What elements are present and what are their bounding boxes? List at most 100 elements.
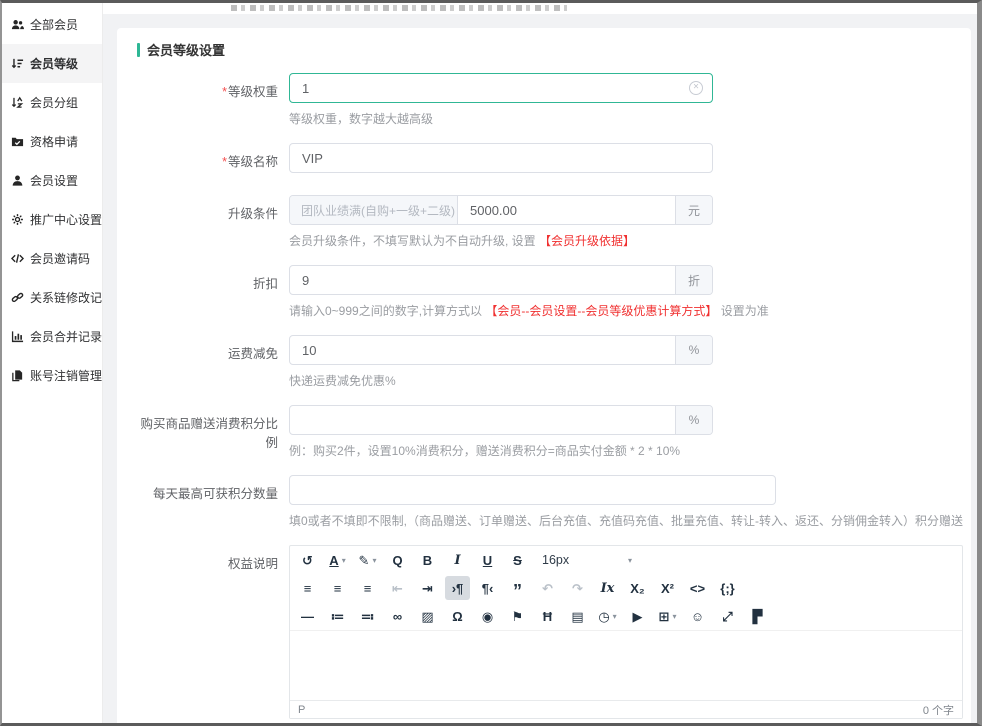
field-row-points-ratio: 购买商品赠送消费积分比例 % 例：购买2件，设置10%消费积分，赠送消费积分=商… [137, 405, 963, 463]
sidebar-item-merge-log[interactable]: 会员合并记录 [2, 317, 102, 356]
underline-icon[interactable]: U [475, 548, 500, 572]
outdent-icon: ⇤ [385, 576, 410, 600]
upgrade-condition-label: 升级条件 [137, 195, 289, 253]
code-sample-icon[interactable]: {;} [715, 576, 740, 600]
sidebar-item-label: 会员邀请码 [30, 250, 90, 267]
align-center-icon[interactable]: ≡ [325, 576, 350, 600]
sidebar-item-all-members[interactable]: 全部会员 [2, 5, 102, 44]
align-right-icon[interactable]: ≡ [355, 576, 380, 600]
unit-zhe-addon: 折 [675, 266, 712, 294]
required-mark: * [222, 155, 227, 169]
merge-chart-icon [11, 330, 24, 343]
history-icon[interactable]: ↺ [295, 548, 320, 572]
paragraph-ltr-icon[interactable]: ›¶ [445, 576, 470, 600]
undo-icon: ↶ [535, 576, 560, 600]
sidebar-item-qualification[interactable]: 资格申请 [2, 122, 102, 161]
align-left-icon[interactable]: ≡ [295, 576, 320, 600]
required-mark: * [222, 85, 227, 99]
format-painter-icon[interactable]: ▛ [745, 604, 770, 628]
points-ratio-input-group: % [289, 405, 713, 435]
unit-percent-addon: % [675, 336, 712, 364]
clear-icon[interactable] [689, 81, 703, 95]
font-size-select[interactable]: 16px▾ [535, 548, 639, 572]
image-icon[interactable]: ▨ [415, 604, 440, 628]
bold-icon[interactable]: B [415, 548, 440, 572]
sidebar-item-relation-log[interactable]: 关系链修改记录 [2, 278, 102, 317]
promotion-gear-icon [11, 213, 24, 226]
discount-label: 折扣 [137, 265, 289, 323]
fullscreen-icon[interactable]: ⤢ [715, 604, 740, 628]
chevron-down-icon: ▾ [672, 612, 676, 621]
discount-input[interactable] [290, 266, 675, 294]
points-ratio-label: 购买商品赠送消费积分比例 [137, 405, 289, 463]
sidebar-item-account-cancel[interactable]: 账号注销管理 [2, 356, 102, 395]
sidebar-item-label: 会员等级 [30, 55, 78, 72]
sidebar-item-label: 会员合并记录 [30, 328, 102, 345]
indent-icon[interactable]: ⇥ [415, 576, 440, 600]
sidebar-item-promotion-settings[interactable]: 推广中心设置 [2, 200, 102, 239]
special-char-icon[interactable]: Ω [445, 604, 470, 628]
numbered-list-icon[interactable]: ≕ [355, 604, 380, 628]
upgrade-condition-help: 会员升级条件，不填写默认为不自动升级, 设置 【会员升级依据】 [289, 232, 963, 249]
search-replace-icon[interactable]: Q [385, 548, 410, 572]
strikethrough-icon[interactable]: S [505, 548, 530, 572]
shipping-discount-input[interactable] [290, 336, 675, 364]
editor-toolbar-row: ↺A▾✎▾QBIUS16px▾ [290, 546, 962, 574]
points-ratio-input[interactable] [290, 406, 675, 434]
editor-content-area[interactable] [290, 630, 962, 700]
member-user-icon [11, 174, 24, 187]
clear-format-icon[interactable]: Ix [595, 576, 620, 600]
level-sort-icon [11, 57, 24, 70]
discount-input-group: 折 [289, 265, 713, 295]
field-row-daily-points-cap: 每天最高可获积分数量 填0或者不填即不限制,（商品赠送、订单赠送、后台充值、充值… [137, 475, 963, 533]
superscript-icon[interactable]: X² [655, 576, 680, 600]
points-ratio-help: 例：购买2件，设置10%消费积分，赠送消费积分=商品实付金额 * 2 * 10% [289, 442, 963, 459]
bullet-list-icon[interactable]: ≔ [325, 604, 350, 628]
level-name-label: *等级名称 [137, 143, 289, 173]
sidebar-item-member-settings[interactable]: 会员设置 [2, 161, 102, 200]
sidebar-item-member-levels[interactable]: 会员等级 [2, 44, 102, 83]
level-weight-input[interactable] [290, 74, 689, 102]
media-icon[interactable]: ▶ [625, 604, 650, 628]
italic-icon[interactable]: I [445, 548, 470, 572]
link-icon[interactable]: ∞ [385, 604, 410, 628]
main-content: 会员等级设置 *等级权重 等级权重，数字越大越高级 *等级名称 [103, 3, 977, 723]
chevron-down-icon: ▾ [372, 556, 376, 565]
page-break-icon[interactable]: Ħ [535, 604, 560, 628]
blockquote-icon[interactable]: ” [505, 576, 530, 600]
horizontal-rule-icon[interactable]: — [295, 604, 320, 628]
shipping-discount-input-group: % [289, 335, 713, 365]
level-name-input-group [289, 143, 713, 173]
field-row-shipping-discount: 运费减免 % 快递运费减免优惠% [137, 335, 963, 393]
level-weight-help: 等级权重，数字越大越高级 [289, 110, 963, 127]
bookmark-icon[interactable]: ⚑ [505, 604, 530, 628]
sidebar-item-label: 账号注销管理 [30, 367, 102, 384]
upgrade-condition-amount-input[interactable] [458, 196, 675, 224]
subscript-icon[interactable]: X₂ [625, 576, 650, 600]
emoji-icon[interactable]: ☺ [685, 604, 710, 628]
relation-link-icon [11, 291, 24, 304]
field-row-rights-desc: 权益说明 ↺A▾✎▾QBIUS16px▾ ≡≡≡⇤⇥›¶¶‹”↶↷IxX₂X²<… [137, 545, 963, 726]
print-icon[interactable]: ▤ [565, 604, 590, 628]
table-icon[interactable]: ⊞▾ [655, 604, 680, 628]
text-color-icon[interactable]: A▾ [325, 548, 350, 572]
shipping-discount-label: 运费减免 [137, 335, 289, 393]
editor-status-bar: P 0 个字 [290, 700, 962, 718]
sidebar-item-label: 会员设置 [30, 172, 78, 189]
insert-time-icon[interactable]: ◷▾ [595, 604, 620, 628]
section-title: 会员等级设置 [137, 40, 963, 59]
code-icon[interactable]: <> [685, 576, 710, 600]
paragraph-rtl-icon[interactable]: ¶‹ [475, 576, 500, 600]
daily-points-cap-input-group [289, 475, 776, 505]
sidebar-item-invite-code[interactable]: 会员邀请码 [2, 239, 102, 278]
level-name-input[interactable] [290, 144, 712, 172]
app-window: 全部会员 会员等级 会员分组 资格申请 会员设置 推广中心设置 会员邀请码 关 [0, 0, 982, 726]
highlight-color-icon[interactable]: ✎▾ [355, 548, 380, 572]
sidebar-item-member-groups[interactable]: 会员分组 [2, 83, 102, 122]
daily-points-cap-input[interactable] [290, 476, 775, 504]
discount-calc-link: 【会员--会员设置--会员等级优惠计算方式】 [485, 304, 717, 318]
preview-eye-icon[interactable]: ◉ [475, 604, 500, 628]
redo-icon: ↷ [565, 576, 590, 600]
upgrade-condition-type-select[interactable]: 团队业绩满(自购+一级+二级) [290, 196, 458, 224]
unit-yuan-addon: 元 [675, 196, 712, 224]
